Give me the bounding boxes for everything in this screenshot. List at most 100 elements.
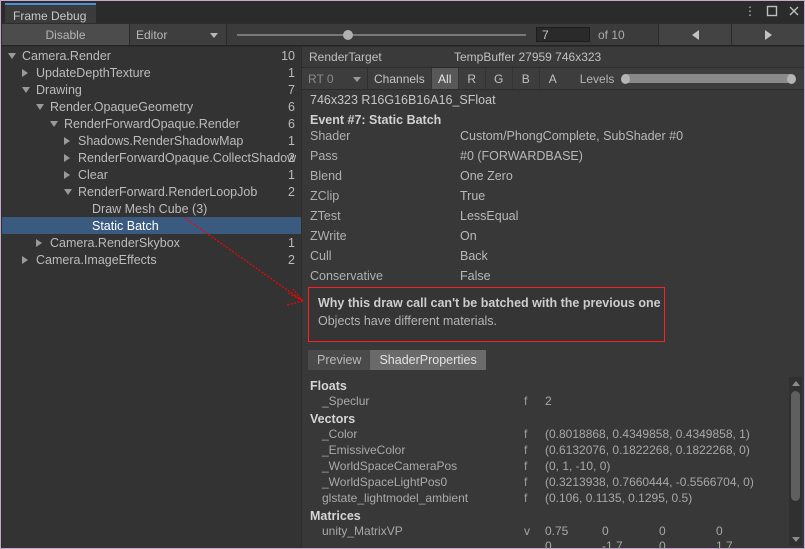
chevron-right-icon[interactable] bbox=[36, 239, 42, 247]
event-slider[interactable] bbox=[227, 24, 536, 45]
vector-property-type: f bbox=[524, 443, 528, 457]
shader-properties-scrollbar[interactable] bbox=[789, 377, 802, 546]
matrix-cell: 1.7 bbox=[716, 539, 733, 549]
tab-shaderproperties[interactable]: ShaderProperties bbox=[370, 350, 486, 370]
tree-row[interactable]: Camera.ImageEffects 2 bbox=[2, 251, 301, 268]
floats-group-header: Floats bbox=[310, 379, 347, 393]
scroll-down-arrow-icon[interactable] bbox=[792, 537, 800, 542]
event-tree[interactable]: Camera.Render 10 UpdateDepthTexture 1 Drawin… bbox=[2, 47, 301, 548]
channel-button-b[interactable]: B bbox=[511, 68, 539, 89]
frame-debugger-window: Frame Debug ⋮ Disable Editor 7 of 10 Cam… bbox=[0, 0, 805, 549]
rt-select-dropdown[interactable]: RT 0 bbox=[302, 68, 368, 89]
tree-row[interactable]: Drawing 7 bbox=[2, 81, 301, 98]
tree-row-label: Drawing bbox=[36, 82, 82, 97]
event-property-row: Shader Custom/PhongComplete, SubShader #0 bbox=[302, 129, 804, 149]
tree-row[interactable]: RenderForwardOpaque.CollectShadow 2 bbox=[2, 149, 301, 166]
matrix-property-row: unity_MatrixVP v 0.75 0 0 0 bbox=[302, 524, 788, 539]
channel-button-g[interactable]: G bbox=[484, 68, 512, 89]
tree-row[interactable]: Draw Mesh Cube (3) bbox=[2, 200, 301, 217]
target-dropdown[interactable]: Editor bbox=[130, 24, 227, 45]
chevron-right-icon[interactable] bbox=[22, 69, 28, 77]
event-slider-handle[interactable] bbox=[343, 30, 353, 40]
float-property-row: _Speclur f 2 bbox=[302, 394, 788, 410]
levels-max-handle[interactable] bbox=[787, 74, 796, 84]
event-property-value: #0 (FORWARDBASE) bbox=[460, 149, 583, 163]
triangle-left-icon bbox=[691, 29, 699, 40]
tree-row[interactable]: UpdateDepthTexture 1 bbox=[2, 64, 301, 81]
tab-preview[interactable]: Preview bbox=[308, 350, 371, 370]
levels-range-slider[interactable] bbox=[621, 74, 796, 84]
tree-row-label: Static Batch bbox=[92, 218, 159, 233]
event-property-value: On bbox=[460, 229, 477, 243]
tree-row-label: Shadows.RenderShadowMap bbox=[78, 133, 244, 148]
scroll-up-arrow-icon[interactable] bbox=[792, 381, 800, 386]
chevron-down-icon[interactable] bbox=[36, 104, 44, 110]
matrix-cell: 0 bbox=[545, 539, 552, 549]
event-property-value: LessEqual bbox=[460, 209, 519, 223]
channel-button-all[interactable]: All bbox=[430, 68, 458, 89]
channel-button-label: A bbox=[548, 71, 557, 86]
scrollbar-thumb[interactable] bbox=[791, 391, 800, 501]
shader-tab-bar: Preview ShaderProperties bbox=[308, 350, 486, 370]
vector-property-value: (0.6132076, 0.1822268, 0.1822268, 0) bbox=[545, 443, 750, 457]
levels-label-text: Levels bbox=[579, 71, 615, 86]
chevron-down-icon[interactable] bbox=[64, 189, 72, 195]
next-event-button[interactable] bbox=[731, 24, 804, 45]
matrix-cell: 0 bbox=[602, 524, 609, 538]
tree-row[interactable]: Camera.RenderSkybox 1 bbox=[2, 234, 301, 251]
rendertarget-header: RenderTarget TempBuffer 27959 746x323 bbox=[302, 47, 804, 68]
rendertarget-format-text: 746x323 R16G16B16A16_SFloat bbox=[310, 93, 496, 107]
tree-row-label: Clear bbox=[78, 167, 108, 182]
event-title: Event #7: Static Batch bbox=[302, 110, 804, 129]
tree-row-count: 6 bbox=[288, 116, 295, 131]
chevron-down-icon[interactable] bbox=[50, 121, 58, 127]
matrix-cell: 0 bbox=[716, 524, 723, 538]
tree-row[interactable]: Shadows.RenderShadowMap 1 bbox=[2, 132, 301, 149]
tree-row[interactable]: Camera.Render 10 bbox=[2, 47, 301, 64]
tree-row-label: UpdateDepthTexture bbox=[36, 65, 151, 80]
event-property-row: ZClip True bbox=[302, 189, 804, 209]
chevron-right-icon[interactable] bbox=[64, 154, 70, 162]
chevron-down-icon[interactable] bbox=[8, 53, 16, 59]
chevron-right-icon[interactable] bbox=[64, 137, 70, 145]
vector-property-value: (0.8018868, 0.4349858, 0.4349858, 1) bbox=[545, 427, 750, 441]
matrices-group-header: Matrices bbox=[310, 509, 361, 523]
vector-property-row: _Color f (0.8018868, 0.4349858, 0.4349858,… bbox=[302, 427, 788, 443]
tree-row[interactable]: Render.OpaqueGeometry 6 bbox=[2, 98, 301, 115]
tree-row-count: 1 bbox=[288, 65, 295, 80]
channel-button-a[interactable]: A bbox=[538, 68, 566, 89]
vector-property-value: (0.106, 0.1135, 0.1295, 0.5) bbox=[545, 491, 693, 505]
kebab-icon[interactable]: ⋮ bbox=[744, 4, 756, 18]
previous-event-button[interactable] bbox=[658, 24, 731, 45]
disable-button[interactable]: Disable bbox=[2, 24, 130, 45]
channel-button-r[interactable]: R bbox=[457, 68, 485, 89]
tree-row[interactable]: Clear 1 bbox=[2, 166, 301, 183]
event-property-row: Conservative False bbox=[302, 269, 804, 289]
shader-properties-list: Floats _Speclur f 2 Vectors _Color f (0.8018868… bbox=[302, 377, 788, 549]
matrix-cell: -1.7 bbox=[602, 539, 623, 549]
tab-label: Preview bbox=[317, 353, 362, 367]
event-property-row: Blend One Zero bbox=[302, 169, 804, 189]
tree-row-count: 7 bbox=[288, 82, 295, 97]
maximize-icon[interactable] bbox=[766, 5, 778, 17]
tab-label: ShaderProperties bbox=[379, 353, 477, 367]
event-number-input[interactable]: 7 bbox=[536, 27, 590, 42]
channel-button-label: B bbox=[521, 71, 530, 86]
tree-row-label: Draw Mesh Cube (3) bbox=[92, 201, 208, 216]
tree-row-count: 2 bbox=[288, 150, 295, 165]
chevron-right-icon[interactable] bbox=[22, 256, 28, 264]
tree-row[interactable]: Static Batch bbox=[2, 217, 301, 234]
close-icon[interactable] bbox=[788, 5, 800, 17]
chevron-down-icon[interactable] bbox=[22, 87, 30, 93]
tab-frame-debug[interactable]: Frame Debug bbox=[5, 3, 97, 23]
tree-row[interactable]: RenderForwardOpaque.Render 6 bbox=[2, 115, 301, 132]
tree-row-label: Camera.RenderSkybox bbox=[50, 235, 180, 250]
event-property-key: ZWrite bbox=[310, 229, 347, 243]
tab-frame-debug-label: Frame Debug bbox=[13, 9, 87, 23]
channels-label: Channels bbox=[368, 68, 431, 89]
vector-property-type: f bbox=[524, 475, 528, 489]
chevron-right-icon[interactable] bbox=[64, 171, 70, 179]
vector-property-name: _WorldSpaceCameraPos bbox=[322, 459, 458, 473]
tree-row-count: 10 bbox=[281, 48, 295, 63]
tree-row[interactable]: RenderForward.RenderLoopJob 2 bbox=[2, 183, 301, 200]
